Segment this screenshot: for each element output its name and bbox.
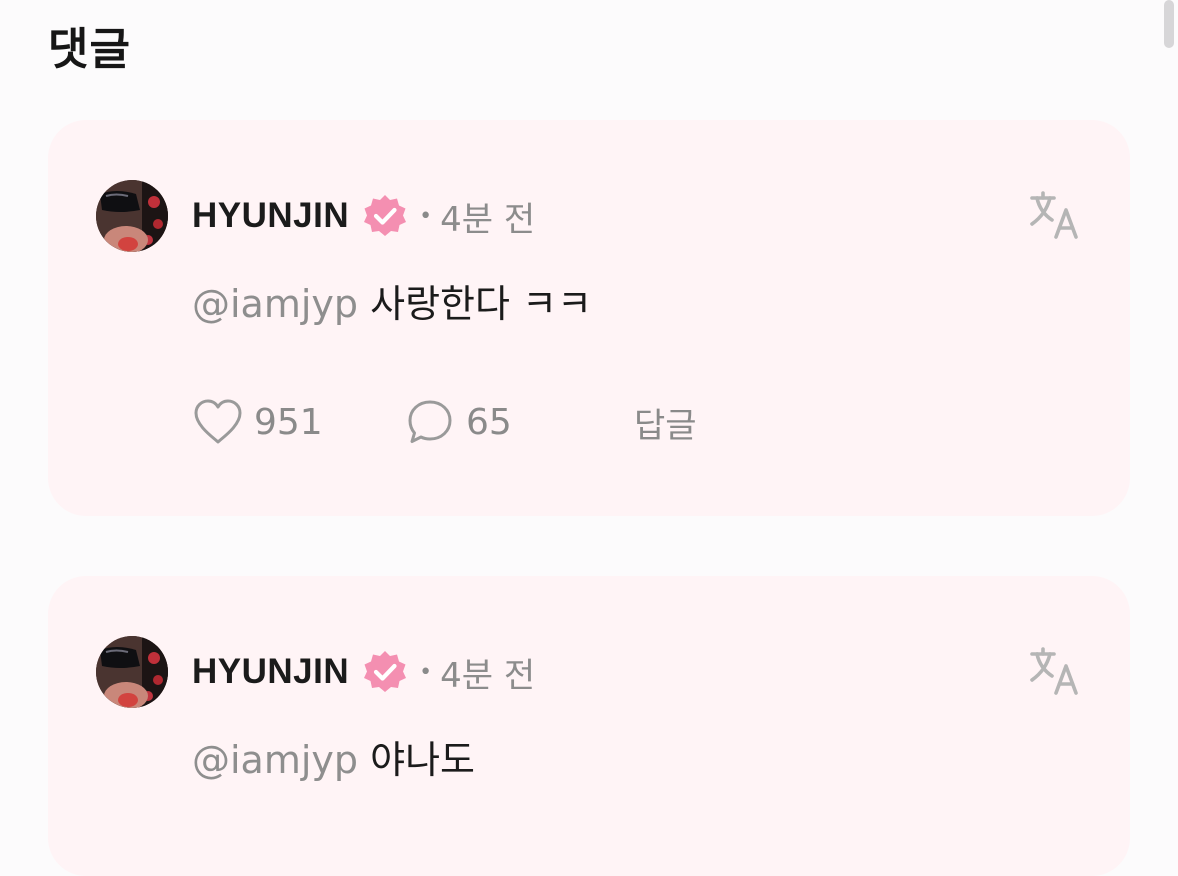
comment-header: HYUNJIN • 4분 전	[192, 646, 535, 698]
avatar[interactable]	[96, 180, 168, 252]
scrollbar[interactable]	[1164, 0, 1174, 48]
comment-actions: 951 65 답글	[192, 394, 697, 450]
like-button[interactable]: 951	[192, 398, 406, 446]
author-name[interactable]: HYUNJIN	[192, 652, 349, 692]
speech-bubble-icon	[408, 400, 452, 443]
replies-button[interactable]: 65	[406, 398, 634, 446]
comment-time: 4분 전	[440, 199, 536, 240]
mention-link[interactable]: @iamjyp	[192, 738, 358, 782]
page-title: 댓글	[48, 24, 131, 75]
heart-icon	[194, 399, 242, 444]
reply-button[interactable]: 답글	[634, 398, 697, 447]
avatar[interactable]	[96, 636, 168, 708]
translate-icon[interactable]	[1028, 646, 1080, 698]
verified-badge-icon	[361, 192, 409, 240]
reply-count: 65	[466, 401, 512, 443]
separator-dot: •	[419, 203, 433, 229]
comment-time: 4분 전	[440, 655, 536, 696]
verified-badge-icon	[361, 648, 409, 696]
separator-dot: •	[419, 659, 433, 685]
like-count: 951	[254, 401, 323, 443]
mention-link[interactable]: @iamjyp	[192, 282, 358, 326]
comment-header: HYUNJIN • 4분 전	[192, 190, 535, 242]
comment-body: 야나도	[370, 738, 476, 782]
comment-card: HYUNJIN • 4분 전 @iamjyp 사랑한다 ㅋㅋ 951 65 답글	[48, 120, 1130, 516]
comment-body: 사랑한다 ㅋㅋ	[370, 282, 592, 326]
translate-icon[interactable]	[1028, 190, 1080, 242]
author-name[interactable]: HYUNJIN	[192, 196, 349, 236]
comment-text: @iamjyp 사랑한다 ㅋㅋ	[192, 278, 592, 330]
comment-card: HYUNJIN • 4분 전 @iamjyp 야나도	[48, 576, 1130, 876]
comment-text: @iamjyp 야나도	[192, 734, 475, 786]
